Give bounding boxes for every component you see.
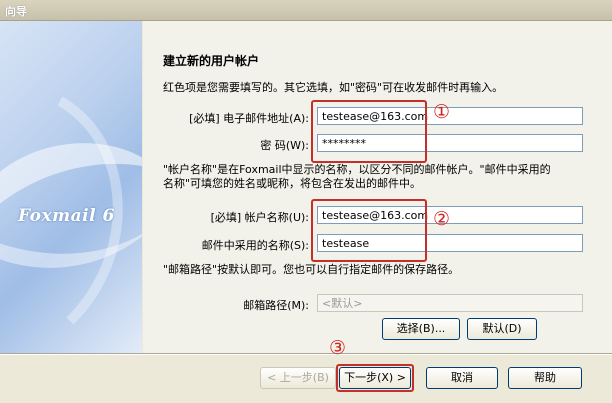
foxmail-logo-text: Foxmail 6 [18,206,115,226]
help-button[interactable]: 帮助 [508,367,582,389]
banner-swoosh-graphic [0,96,142,325]
intro-text: 红色项是您需要填写的。其它选填，如"密码"可在收发邮件时再输入。 [163,81,504,94]
mailbox-path-field[interactable]: <默认> [317,294,583,312]
annotation-marker-1: ① [433,101,451,123]
window-title: 向导 [5,5,27,18]
annotation-marker-2: ② [433,208,451,230]
annotation-box-2 [311,199,427,262]
wizard-footer: ③ < 上一步(B) 下一步(X) > 取消 帮助 [0,339,612,403]
wizard-banner: Foxmail 6 [0,21,142,354]
back-button[interactable]: < 上一步(B) [260,367,336,389]
annotation-marker-3: ③ [329,337,347,359]
title-bar: 向导 [0,0,612,21]
annotation-box-3 [336,364,414,392]
page-heading: 建立新的用户帐户 [163,54,260,68]
password-label: 密 码(W): [260,139,309,152]
cancel-button[interactable]: 取消 [426,367,498,389]
path-note: "邮箱路径"按默认即可。您也可以自行指定邮件的保存路径。 [163,263,460,276]
account-note-line-2: 名称"可填您的姓名或昵称，将包含在发出的邮件中。 [163,177,422,190]
sender-name-label: 邮件中采用的名称(S): [201,239,309,252]
account-name-label: [必填] 帐户名称(U): [210,211,309,224]
email-label: [必填] 电子邮件地址(A): [189,112,309,125]
default-button[interactable]: 默认(D) [467,318,537,340]
mailbox-path-label: 邮箱路径(M): [243,299,309,312]
browse-button[interactable]: 选择(B)... [382,318,460,340]
wizard-content: 建立新的用户帐户 红色项是您需要填写的。其它选填，如"密码"可在收发邮件时再输入… [143,21,612,354]
annotation-box-1 [311,100,427,163]
